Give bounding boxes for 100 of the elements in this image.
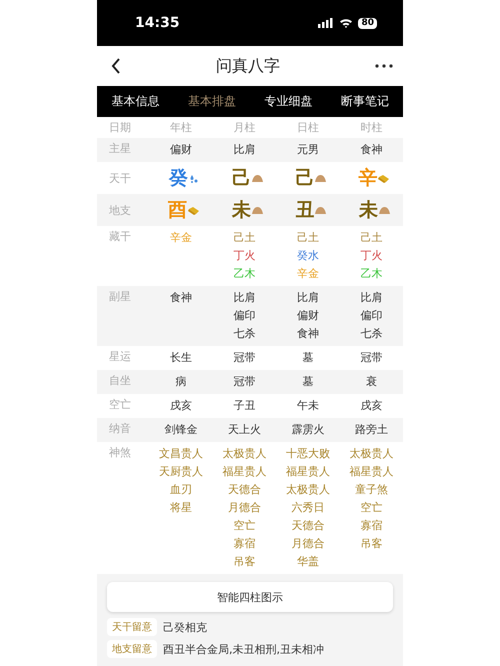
table-cell-text: 食神 bbox=[170, 290, 192, 306]
table-cell-text: 偏印 bbox=[360, 308, 382, 324]
spirit-star-label: 空亡 bbox=[360, 500, 382, 516]
spirit-star-label: 太极贵人 bbox=[349, 446, 394, 462]
signal-icon bbox=[318, 18, 334, 28]
note-tag: 天干留意 bbox=[107, 618, 157, 636]
column-header: 年柱 bbox=[168, 120, 193, 135]
spirit-star-label: 福星贵人 bbox=[349, 464, 394, 480]
spirit-star-label: 吊客 bbox=[233, 554, 256, 570]
stem-character: 酉 bbox=[168, 199, 187, 221]
table-cell-text: 剑锋金 bbox=[164, 422, 198, 438]
ingot-icon bbox=[188, 206, 200, 214]
table-cell-text: 冠带 bbox=[233, 374, 256, 390]
tab[interactable]: 基本排盘 bbox=[174, 86, 250, 117]
spirit-star-label: 十恶大败 bbox=[286, 446, 330, 462]
row-label: 副星 bbox=[108, 289, 132, 304]
mound-icon bbox=[378, 206, 390, 214]
column-header: 日柱 bbox=[296, 120, 320, 135]
mound-icon bbox=[252, 206, 263, 214]
hidden-stem: 己土 bbox=[360, 230, 382, 246]
table-cell-text: 路旁土 bbox=[354, 422, 388, 438]
spirit-star-label: 空亡 bbox=[233, 518, 256, 534]
hidden-stem: 丁火 bbox=[360, 248, 382, 264]
row-label: 星运 bbox=[108, 349, 132, 364]
back-icon[interactable] bbox=[111, 58, 121, 74]
table-cell-text: 冠带 bbox=[233, 350, 256, 366]
stem-character: 未 bbox=[358, 199, 378, 221]
table-cell-text: 偏财 bbox=[296, 308, 319, 324]
column-header: 时柱 bbox=[359, 120, 384, 135]
spirit-star-label: 天德合 bbox=[291, 518, 324, 534]
table-cell-text: 天上火 bbox=[228, 422, 261, 438]
spirit-star-label: 天厨贵人 bbox=[158, 464, 203, 480]
spirit-star-label: 天德合 bbox=[228, 482, 261, 498]
row-label: 日期 bbox=[108, 120, 132, 135]
spirit-star-label: 太极贵人 bbox=[222, 446, 266, 462]
spirit-star-label: 文昌贵人 bbox=[158, 446, 203, 462]
spirit-star-label: 寡宿 bbox=[233, 536, 256, 552]
table-cell-text: 比肩 bbox=[233, 142, 256, 158]
spirit-star-label: 吊客 bbox=[360, 536, 382, 552]
row-label: 空亡 bbox=[108, 397, 132, 412]
spirit-star-label: 寡宿 bbox=[360, 518, 382, 534]
spirit-star-label: 将星 bbox=[170, 500, 192, 516]
page-title: 问真八字 bbox=[216, 56, 280, 76]
tab[interactable]: 专业细盘 bbox=[250, 86, 326, 117]
row-label: 藏干 bbox=[108, 229, 132, 244]
stem-character: 癸 bbox=[168, 167, 188, 189]
stem-character: 辛 bbox=[358, 167, 378, 189]
spirit-star-label: 华盖 bbox=[296, 554, 319, 570]
mound-icon bbox=[252, 174, 263, 182]
table-cell-text: 午未 bbox=[296, 398, 319, 414]
table-cell-text: 偏财 bbox=[170, 142, 192, 158]
stem-character: 己 bbox=[295, 167, 314, 189]
hidden-stem: 己土 bbox=[296, 230, 319, 246]
stem-character: 丑 bbox=[295, 199, 314, 221]
row-label: 纳音 bbox=[108, 421, 132, 436]
droplet-icon bbox=[188, 174, 199, 182]
spirit-star-label: 六秀日 bbox=[291, 500, 324, 516]
ingot-icon bbox=[378, 174, 390, 182]
table-cell-text: 元男 bbox=[296, 142, 319, 158]
hidden-stem: 己土 bbox=[233, 230, 256, 246]
table-cell-text: 墓 bbox=[302, 374, 314, 390]
spirit-star-label: 血刃 bbox=[170, 482, 192, 498]
stem-character: 己 bbox=[232, 167, 251, 189]
table-cell-text: 冠带 bbox=[360, 350, 382, 366]
hidden-stem: 辛金 bbox=[170, 230, 192, 246]
row-label: 地支 bbox=[108, 202, 132, 218]
table-cell-text: 子丑 bbox=[233, 398, 256, 414]
hidden-stem: 乙木 bbox=[233, 266, 256, 282]
more-icon[interactable] bbox=[375, 64, 393, 68]
row-label: 自坐 bbox=[108, 373, 132, 388]
note-text: 酉丑半合金局,未丑相刑,丑未相冲 bbox=[163, 642, 324, 656]
mound-icon bbox=[315, 174, 326, 182]
table-cell-text: 戌亥 bbox=[360, 398, 382, 414]
hidden-stem: 乙木 bbox=[360, 266, 382, 282]
tab[interactable]: 基本信息 bbox=[97, 86, 174, 117]
table-cell-text: 戌亥 bbox=[170, 398, 192, 414]
spirit-star-label: 童子煞 bbox=[354, 482, 388, 498]
row-label: 主星 bbox=[108, 141, 132, 156]
mound-icon bbox=[315, 206, 326, 214]
diagram-button[interactable]: 智能四柱图示 bbox=[107, 582, 393, 612]
note-tag: 地支留意 bbox=[107, 640, 157, 658]
wifi-icon bbox=[339, 18, 354, 28]
table-cell-text: 七杀 bbox=[360, 326, 382, 342]
table-cell-text: 比肩 bbox=[360, 290, 382, 306]
note-text: 己癸相克 bbox=[163, 620, 207, 634]
spirit-star-label: 福星贵人 bbox=[222, 464, 266, 480]
table-cell-text: 食神 bbox=[360, 142, 382, 158]
spirit-star-label: 月德合 bbox=[228, 500, 261, 516]
hidden-stem: 癸水 bbox=[296, 248, 319, 264]
table-cell-text: 衰 bbox=[366, 374, 377, 390]
spirit-star-label: 太极贵人 bbox=[286, 482, 330, 498]
spirit-star-label: 福星贵人 bbox=[286, 464, 330, 480]
stem-character: 未 bbox=[232, 199, 251, 221]
table-cell-text: 比肩 bbox=[296, 290, 319, 306]
tab[interactable]: 断事笔记 bbox=[326, 86, 403, 117]
row-label: 天干 bbox=[108, 170, 132, 186]
table-cell-text: 食神 bbox=[296, 326, 319, 342]
table-cell-text: 霹雳火 bbox=[291, 422, 324, 438]
spirit-star-label: 月德合 bbox=[291, 536, 324, 552]
table-cell-text: 七杀 bbox=[233, 326, 256, 342]
